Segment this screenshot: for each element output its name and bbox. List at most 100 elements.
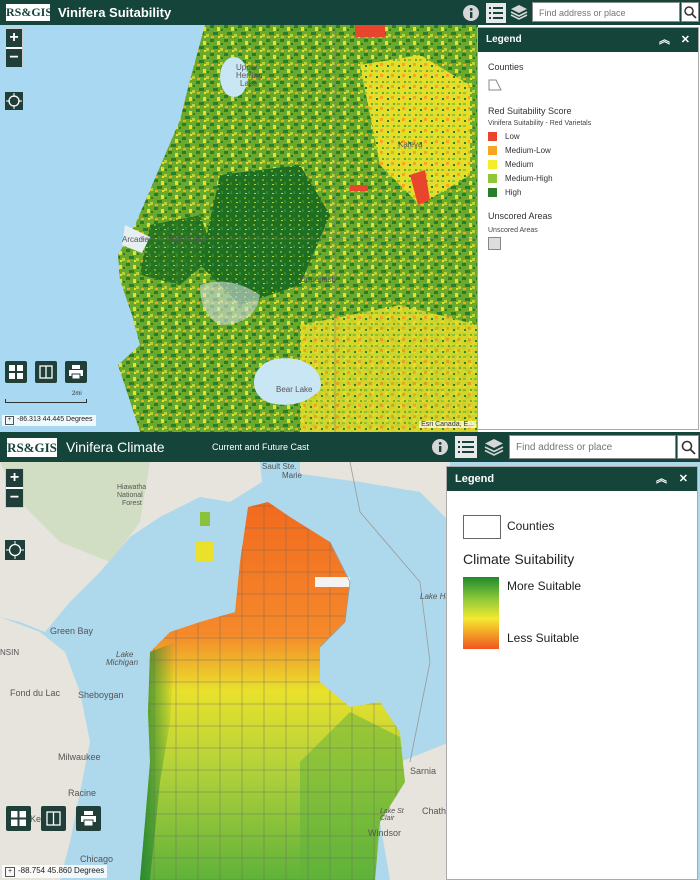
app-title: Vinifera Climate [66,439,165,455]
attribution: Esri Canada, E... [419,421,476,428]
legend-row-high: High [488,185,688,199]
swipe-button[interactable] [35,361,57,383]
legend-row-low: Low [488,129,688,143]
search-input[interactable] [510,436,675,458]
zoom-out-button[interactable]: − [6,489,23,507]
grid-icon [9,365,23,379]
map-label-hiawatha1: Hiawatha [117,484,147,491]
zoom-in-button[interactable]: + [6,29,22,47]
map-label-nsin: NSIN [0,648,20,657]
counties-symbol [463,515,501,539]
counties-symbol [488,78,502,91]
search-button[interactable] [677,435,699,459]
map-label-hiawatha2: National [117,492,143,499]
scale-bar [5,399,87,403]
basemap-gallery-button[interactable] [5,361,27,383]
coordinate-text: -88.754 45.860 Degrees [18,866,105,875]
swatch-medium-low [488,145,497,155]
rsgis-logo: RS&GIS [6,437,58,458]
search-input[interactable] [533,4,679,22]
map-label-town1: Arcadia [122,235,150,244]
less-suitable-label: Less Suitable [507,631,580,645]
legend-label-medium-high: Medium-High [505,173,553,183]
map-label-fond-du-lac: Fond du Lac [10,688,61,698]
layers-icon[interactable] [510,3,528,21]
collapse-icon[interactable]: ︽ [659,28,670,52]
locate-button[interactable] [5,92,23,110]
map-label-town2: Bear Lake [170,235,207,244]
search-box[interactable] [532,2,680,22]
swatch-high [488,187,497,197]
info-icon[interactable] [431,438,449,456]
legend-row-medium: Medium [488,157,688,171]
zoom-control: + − [5,28,23,68]
coordinate-toggle-icon[interactable]: + [5,416,14,425]
layers-icon[interactable] [484,437,504,457]
coordinate-readout: + -86.313 44.445 Degrees [2,415,96,426]
more-suitable-label: More Suitable [507,579,582,593]
legend-label-high: High [505,187,522,197]
coordinate-toggle-icon[interactable]: + [5,867,15,877]
app-header: RS&GIS Vinifera Climate Current and Futu… [0,432,700,462]
app-title: Vinifera Suitability [58,5,172,20]
print-icon [81,811,96,826]
unscored-heading: Unscored Areas [488,211,553,221]
legend-title: Legend [455,473,495,485]
app-header: RS&GIS Vinifera Suitability [0,0,700,25]
scale-label: 2mi [72,391,82,397]
close-icon[interactable]: ✕ [681,28,690,52]
map-label-sheboygan: Sheboygan [78,690,124,700]
legend-label-medium: Medium [505,159,534,169]
swatch-medium [488,159,497,169]
search-button[interactable] [681,2,699,22]
unscored-swatch [488,237,501,250]
map-label-marie: Marie [282,471,303,480]
map-label-lake-st-clair: Lake St Clair [380,808,404,822]
legend-label-low: Low [505,131,520,141]
map-label-lake1c: Lake [240,79,258,88]
zoom-out-button[interactable]: − [6,49,22,67]
vinifera-climate-app: RS&GIS Vinifera Climate Current and Futu… [0,432,700,880]
locate-button[interactable] [5,540,25,560]
swipe-button[interactable] [41,806,66,831]
swatch-medium-high [488,173,497,183]
map-label-lake2: Bear Lake [276,385,313,394]
info-icon[interactable] [462,4,480,22]
swipe-icon [39,365,53,379]
map-label-town3: Copemish [300,275,337,284]
map-label-hiawatha3: Forest [122,500,142,507]
score-heading: Red Suitability Score [488,106,572,116]
unscored-label: Unscored Areas [488,227,538,234]
basemap-gallery-button[interactable] [6,806,31,831]
legend-header: Legend ︽ ✕ [478,28,698,52]
coordinate-readout: + -88.754 45.860 Degrees [2,865,108,878]
zoom-control: + − [5,468,24,508]
legend-list-icon[interactable] [455,436,477,458]
counties-heading: Counties [488,62,524,72]
collapse-icon[interactable]: ︽ [656,467,667,491]
print-button[interactable] [76,806,101,831]
map-label-sarnia: Sarnia [410,766,437,776]
close-icon[interactable]: ✕ [679,467,688,491]
print-icon [69,365,83,379]
search-icon [681,440,696,455]
print-button[interactable] [65,361,87,383]
coordinate-text: -86.313 44.445 Degrees [17,416,93,423]
legend-title: Legend [486,34,522,45]
zoom-in-button[interactable]: + [6,469,23,487]
legend-row-medium-low: Medium-Low [488,143,688,157]
legend-row-medium-high: Medium-High [488,171,688,185]
legend-header: Legend ︽ ✕ [447,467,697,491]
search-icon [684,6,697,19]
legend-list-icon[interactable] [486,3,506,23]
map-label-windsor: Windsor [368,828,402,838]
map-label-green-bay: Green Bay [50,626,94,636]
search-box[interactable] [509,435,676,459]
app-subtitle: Current and Future Cast [212,442,310,452]
suitability-map[interactable]: Upper Herring Lake Arcadia Bear Lake Cop… [0,25,478,432]
climate-heading: Climate Suitability [463,551,575,567]
grid-icon [11,811,26,826]
legend-panel: Legend ︽ ✕ Counties Red Suitability Scor… [477,27,699,430]
map-label-town4: Kaleva [398,140,423,149]
map-label-chicago: Chicago [80,854,114,864]
